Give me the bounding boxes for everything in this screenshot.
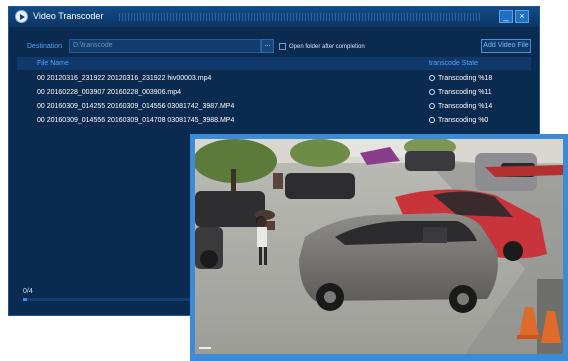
- file-name: 00 20160309_014556 20160309_014708 03081…: [37, 117, 235, 124]
- title-bar[interactable]: Video Transcoder _ ×: [9, 7, 539, 27]
- column-file-name[interactable]: File Name: [37, 60, 69, 67]
- progress-fill: [23, 298, 28, 301]
- table-row[interactable]: 00 20160309_014255 20160309_014556 03081…: [17, 100, 531, 114]
- status-text: Transcoding %11: [438, 89, 492, 96]
- status-text: Transcoding %18: [438, 75, 493, 82]
- parked-car-back: [285, 173, 355, 199]
- file-name: 00 20160228_003907 20160228_003906.mp4: [37, 89, 182, 96]
- title-bar-pattern: [119, 13, 481, 21]
- spinner-icon: [429, 117, 435, 123]
- umbrella-red: [485, 165, 563, 177]
- spinner-icon: [429, 103, 435, 109]
- video-preview-frame[interactable]: [190, 134, 568, 361]
- transcode-status: Transcoding %0: [429, 117, 488, 124]
- parked-car-left: [195, 191, 265, 227]
- transcode-status: Transcoding %18: [429, 75, 492, 82]
- add-video-file-button[interactable]: Add Video File: [481, 39, 531, 53]
- spinner-icon: [429, 75, 435, 81]
- pedestrian: [257, 227, 267, 247]
- open-folder-label: Open folder after completion: [289, 44, 365, 50]
- table-row[interactable]: 00 20160228_003907 20160228_003906.mp4 T…: [17, 86, 531, 100]
- close-icon: ×: [519, 11, 525, 21]
- transcode-status: Transcoding %14: [429, 103, 492, 110]
- minimize-icon: _: [503, 11, 509, 21]
- progress-count: 0/4: [23, 288, 33, 295]
- table-row[interactable]: 00 20160309_014556 20160309_014708 03081…: [17, 114, 531, 128]
- minimize-button[interactable]: _: [499, 10, 513, 23]
- video-preview: [195, 139, 563, 354]
- video-preview-scene: [195, 139, 563, 354]
- open-folder-checkbox[interactable]: [279, 43, 286, 50]
- destination-input[interactable]: D:\transcode: [69, 39, 261, 53]
- timestamp-mark: [199, 347, 211, 349]
- column-transcode-state[interactable]: transcode State: [429, 60, 478, 67]
- window-title: Video Transcoder: [33, 11, 104, 21]
- spinner-icon: [429, 89, 435, 95]
- status-text: Transcoding %0: [438, 117, 489, 124]
- destination-label: Destination: [27, 43, 63, 50]
- file-name: 00 20160309_014255 20160309_014556 03081…: [37, 103, 235, 110]
- video-transcoder-icon: [15, 10, 28, 23]
- file-list-header: File Name transcode State: [17, 57, 531, 70]
- status-text: Transcoding %14: [438, 103, 493, 110]
- close-button[interactable]: ×: [515, 10, 529, 23]
- browse-button[interactable]: ...: [261, 39, 274, 53]
- file-name: 00 20120316_231922 20120316_231922 hiv00…: [37, 75, 212, 82]
- transcode-status: Transcoding %11: [429, 89, 492, 96]
- table-row[interactable]: 00 20120316_231922 20120316_231922 hiv00…: [17, 72, 531, 86]
